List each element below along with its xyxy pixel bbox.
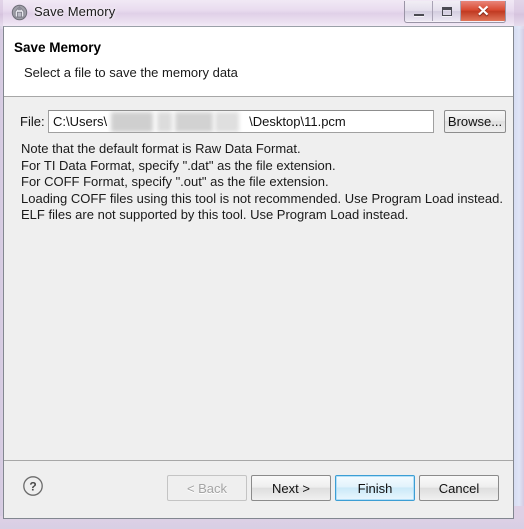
page-title: Save Memory xyxy=(14,40,102,55)
minimize-button[interactable] xyxy=(405,1,433,21)
maximize-icon xyxy=(441,6,452,16)
app-icon xyxy=(11,4,28,21)
save-memory-dialog-window: Save Memory ✕ Save Memory Select a file … xyxy=(3,0,514,519)
note-line: For TI Data Format, specify ".dat" as th… xyxy=(21,157,336,173)
file-field-row: File: C:\Users\ \Desktop\11.pcm Browse... xyxy=(4,110,513,134)
file-path-prefix: C:\Users\ xyxy=(53,114,108,129)
file-input[interactable]: C:\Users\ \Desktop\11.pcm xyxy=(48,110,434,133)
file-label: File: xyxy=(20,114,45,129)
help-icon[interactable]: ? xyxy=(22,475,44,497)
window-controls: ✕ xyxy=(404,1,506,23)
file-path-suffix: \Desktop\11.pcm xyxy=(249,114,346,129)
note-line: Loading COFF files using this tool is no… xyxy=(21,190,503,206)
dialog-title: Save Memory xyxy=(34,4,116,19)
maximize-button[interactable] xyxy=(433,1,461,21)
minimize-icon xyxy=(413,13,424,16)
note-line: ELF files are not supported by this tool… xyxy=(21,207,409,222)
redacted-username-block xyxy=(175,112,213,132)
dialog-frame: Save Memory Select a file to save the me… xyxy=(3,26,514,519)
finish-button[interactable]: Finish xyxy=(335,475,415,501)
note-line: For COFF Format, specify ".out" as the f… xyxy=(21,174,329,189)
format-notes: Note that the default format is Raw Data… xyxy=(21,141,503,224)
redacted-username-block xyxy=(111,112,153,132)
dialog-titlebar[interactable]: Save Memory ✕ xyxy=(3,0,514,26)
close-icon: ✕ xyxy=(476,2,490,20)
wizard-buttons: < Back Next > Finish Cancel xyxy=(167,475,499,501)
page-subtitle: Select a file to save the memory data xyxy=(24,65,238,80)
dialog-body: File: C:\Users\ \Desktop\11.pcm Browse...… xyxy=(4,98,513,460)
next-button[interactable]: Next > xyxy=(251,475,331,501)
cancel-button[interactable]: Cancel xyxy=(419,475,499,501)
close-button[interactable]: ✕ xyxy=(461,1,505,21)
wizard-header: Save Memory Select a file to save the me… xyxy=(4,27,513,97)
svg-text:?: ? xyxy=(29,480,36,494)
dialog-footer: ? < Back Next > Finish Cancel xyxy=(4,460,513,518)
browse-button[interactable]: Browse... xyxy=(444,110,506,133)
note-line: Note that the default format is Raw Data… xyxy=(21,141,301,156)
back-button[interactable]: < Back xyxy=(167,475,247,501)
redacted-username-block xyxy=(215,112,239,132)
redacted-username-block xyxy=(157,112,172,132)
